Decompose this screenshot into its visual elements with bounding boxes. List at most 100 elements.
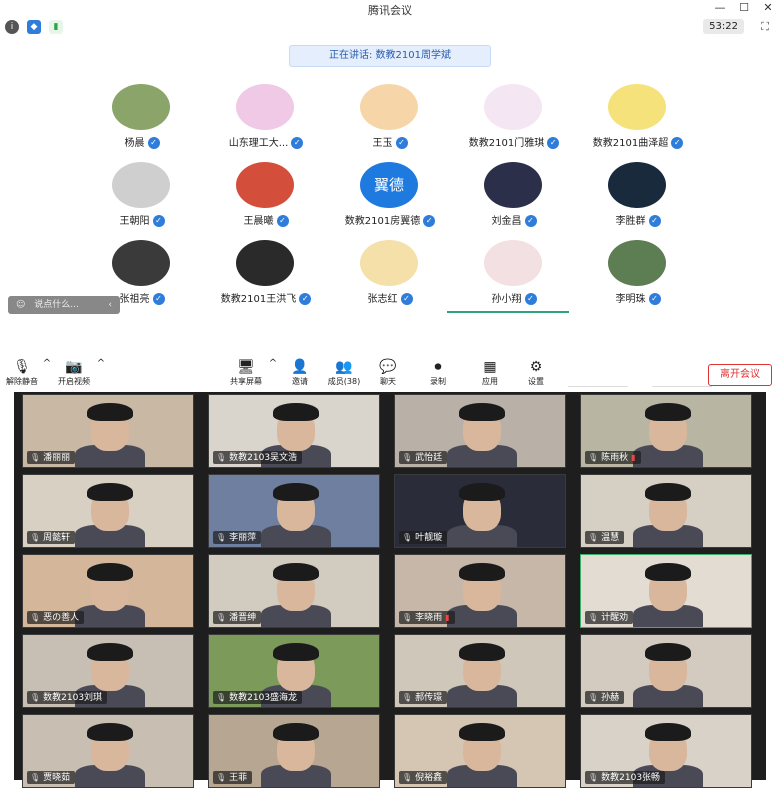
mic-icon: 🎙 xyxy=(588,533,599,542)
video-tile[interactable]: 🎙 计醒劝 xyxy=(580,554,752,628)
person-hair xyxy=(273,643,319,661)
start-video-label: 开启视频 xyxy=(58,377,90,386)
video-name-text: 潘晋绅 xyxy=(229,613,257,623)
voice-icon: ✓ xyxy=(524,215,537,227)
participant-name: 王玉 ✓ xyxy=(328,134,452,149)
collapse-icon[interactable]: ‹ xyxy=(108,296,112,314)
video-options-chevron-icon[interactable]: ^ xyxy=(94,358,108,369)
participant-name-text: 李明珠 xyxy=(615,294,646,305)
video-tile[interactable]: 🎙 叶靓璇 xyxy=(394,474,566,548)
video-name-label: 🎙 孙赫 xyxy=(585,691,625,704)
video-tile[interactable]: 🎙 李晓雨 ▮ xyxy=(394,554,566,628)
video-tile[interactable]: 🎙 郝传璟 xyxy=(394,634,566,708)
video-name-text: 贾晓茹 xyxy=(43,773,71,783)
video-tile[interactable]: 🎙 李丽萍 xyxy=(208,474,380,548)
video-tile[interactable]: 🎙 倪裕鑫 xyxy=(394,714,566,788)
participant-tile[interactable]: 孙小翔 ✓ xyxy=(452,240,576,316)
mic-icon: 🎙 xyxy=(588,613,599,622)
close-button[interactable]: ✕ xyxy=(760,1,776,15)
participant-tile[interactable]: 王晨曦 ✓ xyxy=(204,162,328,238)
chat-input[interactable]: ☺ 说点什么... ‹ xyxy=(8,296,120,314)
leave-meeting-button[interactable]: 离开会议 xyxy=(708,364,772,386)
participant-name-text: 王晨曦 xyxy=(243,216,274,227)
network-signal-icon[interactable]: ▮ xyxy=(49,20,63,34)
video-name-label: 🎙 叶靓璇 xyxy=(399,531,448,544)
participant-tile[interactable]: 王玉 ✓ xyxy=(328,84,452,160)
person-hair xyxy=(645,483,691,501)
video-tile[interactable]: 🎙 武怡廷 xyxy=(394,394,566,468)
avatar xyxy=(112,162,170,208)
members-button[interactable]: 👥 成员(38) xyxy=(326,358,362,387)
shield-icon[interactable]: ◆ xyxy=(27,20,41,34)
info-bar: i ◆ ▮ 53:22 ⛶ xyxy=(0,18,780,36)
mic-icon: 🎙 xyxy=(216,773,227,782)
maximize-button[interactable]: ☐ xyxy=(736,1,752,15)
start-video-button[interactable]: 📷 开启视频 xyxy=(56,358,92,387)
video-name-label: 🎙 周懿轩 xyxy=(27,531,76,544)
participant-tile[interactable]: 王朝阳 ✓ xyxy=(80,162,204,238)
video-name-text: 武怡廷 xyxy=(415,453,443,463)
camera-off-icon: 📷 xyxy=(65,359,83,375)
video-tile[interactable]: 🎙 潘丽丽 xyxy=(22,394,194,468)
person-hair xyxy=(273,723,319,741)
video-tile[interactable]: 🎙 恶の善人 xyxy=(22,554,194,628)
video-tile[interactable]: 🎙 贾晓茹 xyxy=(22,714,194,788)
voice-icon: ✓ xyxy=(395,137,408,149)
video-name-text: 数教2103张畅 xyxy=(601,773,661,783)
participant-tile[interactable]: 刘金昌 ✓ xyxy=(452,162,576,238)
record-button[interactable]: ⏺ 录制 xyxy=(420,358,456,387)
video-tile[interactable]: 🎙 数教2103吴文浩 xyxy=(208,394,380,468)
weak-signal-icon: ▮ xyxy=(445,613,450,622)
settings-button[interactable]: ⚙ 设置 xyxy=(518,358,554,387)
video-name-text: 李晓雨 xyxy=(415,613,443,623)
person-hair xyxy=(87,643,133,661)
voice-icon: ✓ xyxy=(299,293,312,305)
video-tile[interactable]: 🎙 周懿轩 xyxy=(22,474,194,548)
mic-icon: 🎙 xyxy=(588,693,599,702)
participant-tile[interactable]: 数教2101曲泽超 ✓ xyxy=(576,84,700,160)
invite-button[interactable]: 👤 邀请 xyxy=(282,358,318,387)
participant-tile[interactable]: 李明珠 ✓ xyxy=(576,240,700,316)
video-tile[interactable]: 🎙 陈雨秋 ▮ xyxy=(580,394,752,468)
share-screen-button[interactable]: 🖥 共享屏幕 xyxy=(228,358,264,387)
video-tile[interactable]: 🎙 数教2103张畅 xyxy=(580,714,752,788)
apps-icon: ▦ xyxy=(483,359,497,375)
video-tile[interactable]: 🎙 数教2103刘琪 xyxy=(22,634,194,708)
video-tile[interactable]: 🎙 数教2103盛海龙 xyxy=(208,634,380,708)
participant-name-text: 山东理工大... xyxy=(228,138,289,149)
voice-icon: ✓ xyxy=(671,137,684,149)
participant-name: 孙小翔 ✓ xyxy=(452,290,576,305)
unmute-button[interactable]: 🎙 解除静音 xyxy=(4,358,40,387)
person-hair xyxy=(459,723,505,741)
video-name-text: 叶靓璇 xyxy=(415,533,443,543)
participant-tile[interactable]: 数教2101门雅琪 ✓ xyxy=(452,84,576,160)
chat-label: 聊天 xyxy=(380,377,396,386)
apps-button[interactable]: ▦ 应用 xyxy=(472,358,508,387)
audio-options-chevron-icon[interactable]: ^ xyxy=(40,358,54,369)
chat-button[interactable]: 💬 聊天 xyxy=(370,358,406,387)
fullscreen-icon[interactable]: ⛶ xyxy=(758,20,772,34)
mic-off-icon: 🎙 xyxy=(13,359,31,375)
emoji-icon[interactable]: ☺ xyxy=(16,300,25,310)
minimize-button[interactable]: — xyxy=(712,1,728,15)
participant-tile[interactable]: 翼德 数教2101房翼德 ✓ xyxy=(328,162,452,238)
share-options-chevron-icon[interactable]: ^ xyxy=(266,358,280,369)
video-name-text: 李丽萍 xyxy=(229,533,257,543)
participant-tile[interactable]: 张志红 ✓ xyxy=(328,240,452,316)
participant-tile[interactable]: 山东理工大... ✓ xyxy=(204,84,328,160)
participant-tile[interactable]: 杨晨 ✓ xyxy=(80,84,204,160)
participant-name-text: 王玉 xyxy=(372,138,393,149)
video-name-text: 数教2103盛海龙 xyxy=(229,693,298,703)
video-tile[interactable]: 🎙 潘晋绅 xyxy=(208,554,380,628)
toolbar-divider xyxy=(568,386,628,387)
video-tile[interactable]: 🎙 温慧 xyxy=(580,474,752,548)
video-tile[interactable]: 🎙 王菲 xyxy=(208,714,380,788)
video-tile[interactable]: 🎙 孙赫 xyxy=(580,634,752,708)
info-icon[interactable]: i xyxy=(5,20,19,34)
participant-tile[interactable]: 数教2101王洪飞 ✓ xyxy=(204,240,328,316)
voice-icon: ✓ xyxy=(524,293,537,305)
video-name-text: 周懿轩 xyxy=(43,533,71,543)
participant-tile[interactable]: 李胜群 ✓ xyxy=(576,162,700,238)
video-name-text: 数教2103刘琪 xyxy=(43,693,103,703)
avatar xyxy=(484,240,542,286)
